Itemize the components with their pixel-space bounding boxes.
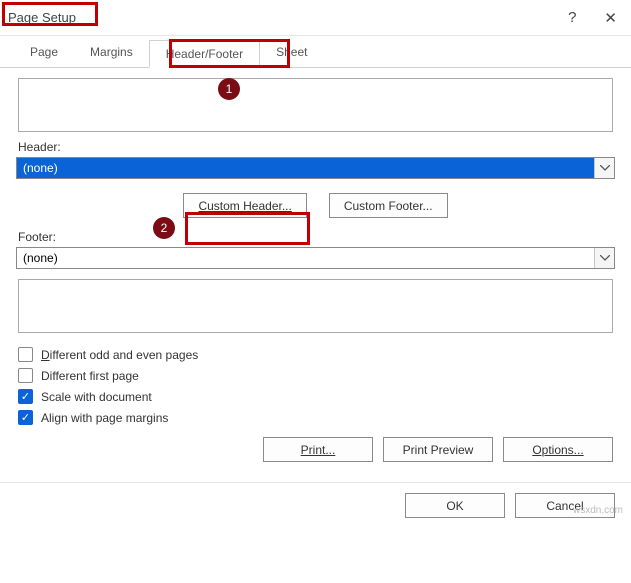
checkbox-checked-icon[interactable]: ✓ — [18, 389, 33, 404]
chevron-down-icon — [594, 248, 614, 268]
close-icon[interactable]: ✕ — [604, 9, 617, 27]
tab-margins[interactable]: Margins — [74, 39, 149, 67]
header-select[interactable]: (none) — [16, 157, 615, 179]
checkbox-checked-icon[interactable]: ✓ — [18, 410, 33, 425]
scale-doc-row[interactable]: ✓ Scale with document — [18, 389, 613, 404]
align-margins-row[interactable]: ✓ Align with page margins — [18, 410, 613, 425]
chevron-down-icon — [594, 158, 614, 178]
align-margins-label: Align with page margins — [41, 411, 168, 425]
footer-select-value: (none) — [17, 251, 594, 265]
footer-select[interactable]: (none) — [16, 247, 615, 269]
checkbox-group: Different odd and even pages Different f… — [16, 341, 615, 431]
footer-preview — [18, 279, 613, 333]
header-select-value: (none) — [17, 161, 594, 175]
header-label: Header: — [18, 140, 613, 154]
dialog-title: Page Setup — [8, 10, 76, 25]
dialog-body: Header: (none) Custom Header... Custom F… — [0, 68, 631, 474]
diff-first-row[interactable]: Different first page — [18, 368, 613, 383]
ok-button[interactable]: OK — [405, 493, 505, 518]
tab-sheet[interactable]: Sheet — [260, 39, 323, 67]
custom-buttons-row: Custom Header... Custom Footer... — [16, 179, 615, 228]
custom-footer-button[interactable]: Custom Footer... — [329, 193, 448, 218]
dialog-footer: OK Cancel — [0, 482, 631, 528]
footer-label: Footer: — [18, 230, 613, 244]
header-preview — [18, 78, 613, 132]
diff-odd-even-row[interactable]: Different odd and even pages — [18, 347, 613, 362]
title-controls: ? ✕ — [568, 9, 623, 27]
options-button[interactable]: Options... — [503, 437, 613, 462]
watermark: wsxdn.com — [573, 505, 623, 516]
diff-odd-even-label: Different odd and even pages — [41, 348, 198, 362]
checkbox-unchecked-icon[interactable] — [18, 347, 33, 362]
print-button[interactable]: Print... — [263, 437, 373, 462]
help-icon[interactable]: ? — [568, 9, 576, 27]
tab-page[interactable]: Page — [14, 39, 74, 67]
print-preview-button[interactable]: Print Preview — [383, 437, 493, 462]
diff-first-label: Different first page — [41, 369, 139, 383]
scale-doc-label: Scale with document — [41, 390, 152, 404]
action-buttons-row: Print... Print Preview Options... — [16, 431, 615, 466]
tabstrip: Page Margins Header/Footer Sheet — [0, 36, 631, 68]
titlebar: Page Setup ? ✕ — [0, 0, 631, 36]
tab-header-footer[interactable]: Header/Footer — [149, 40, 260, 68]
custom-header-button[interactable]: Custom Header... — [183, 193, 306, 218]
checkbox-unchecked-icon[interactable] — [18, 368, 33, 383]
